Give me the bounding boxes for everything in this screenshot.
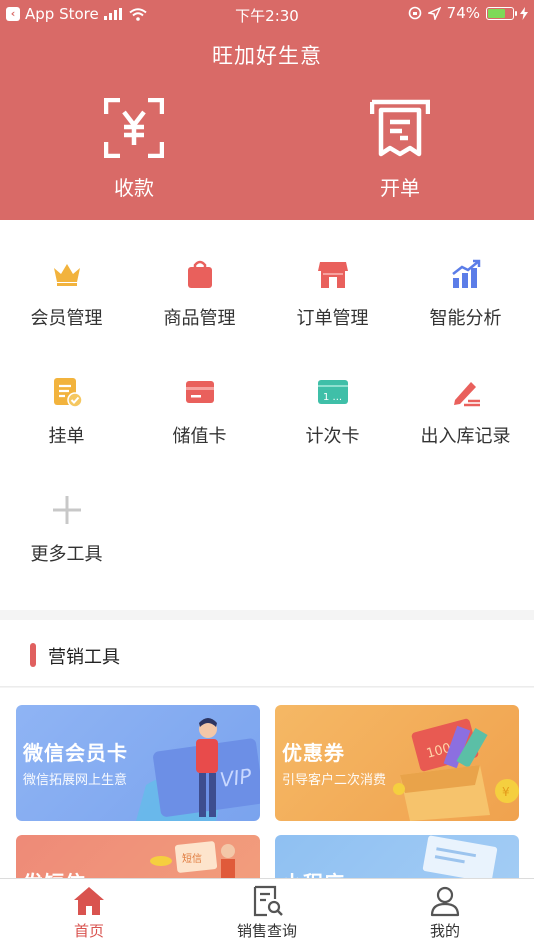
svg-text:VIP: VIP — [218, 764, 254, 792]
tab-label: 销售查询 — [236, 922, 297, 940]
pen-record-icon — [453, 382, 480, 407]
marketing-title: 营销工具 — [48, 647, 120, 668]
tool-label: 出入库记录 — [420, 426, 511, 447]
tool-label: 商品管理 — [163, 308, 236, 329]
collect-payment-button[interactable]: 收款 — [74, 98, 194, 201]
send-sms-card[interactable]: 短信 发短信 — [16, 835, 260, 878]
status-bar: ‹ App Store 下午2:30 74% — [0, 0, 534, 28]
tool-stored-value-card[interactable]: 储值卡 — [133, 338, 266, 448]
store-icon — [317, 262, 348, 288]
rotation-lock-icon — [408, 6, 421, 20]
tool-member-management[interactable]: 会员管理 — [0, 220, 133, 330]
tool-label: 计次卡 — [305, 426, 360, 447]
tool-label: 会员管理 — [30, 308, 103, 329]
plus-icon — [52, 496, 81, 524]
crown-icon — [53, 264, 80, 286]
card-title: 优惠券 — [282, 741, 345, 765]
scan-yuan-icon — [104, 98, 164, 158]
mini-program-card[interactable]: 小程序 — [275, 835, 519, 878]
svg-text:1 ...: 1 ... — [323, 392, 342, 403]
card-subtitle: 引导客户二次消费 — [282, 773, 387, 788]
card-subtitle: 微信拓展网上生意 — [23, 773, 128, 788]
receipt-icon — [370, 99, 430, 157]
card-title: 小程序 — [282, 867, 345, 878]
sales-search-icon — [253, 885, 283, 917]
tool-label: 智能分析 — [429, 308, 502, 329]
card-icon — [185, 381, 214, 403]
tab-home[interactable]: 首页 — [29, 885, 149, 941]
tab-mine[interactable]: 我的 — [385, 885, 505, 941]
battery-percent: 74% — [446, 4, 480, 22]
tool-label: 订单管理 — [296, 308, 369, 329]
status-right: 74% — [408, 4, 528, 22]
wechat-member-card[interactable]: VIP 微信会员卡 微信拓展网上生意 — [16, 705, 260, 821]
tool-stock-records[interactable]: 出入库记录 — [399, 338, 532, 448]
tool-product-management[interactable]: 商品管理 — [133, 220, 266, 330]
tool-count-card[interactable]: 1 ... 计次卡 — [266, 338, 399, 448]
app-title: 旺加好生意 — [212, 44, 322, 68]
marketing-section-header: 营销工具 — [0, 620, 534, 687]
user-icon — [430, 886, 460, 917]
tool-label: 挂单 — [48, 426, 85, 447]
tab-label: 首页 — [73, 922, 104, 940]
count-card-icon: 1 ... — [317, 380, 348, 404]
tool-smart-analysis[interactable]: 智能分析 — [399, 220, 532, 330]
tools-grid: 会员管理 商品管理 订单管理 智能分析 挂单 储值卡 1 ... 计次卡 出入库… — [0, 220, 534, 610]
tab-sales-query[interactable]: 销售查询 — [207, 885, 327, 941]
bag-icon — [187, 260, 212, 288]
tool-label: 更多工具 — [30, 544, 103, 565]
bottom-tab-bar: 首页 销售查询 我的 — [0, 878, 534, 950]
section-accent-bar — [30, 643, 36, 667]
coupon-card[interactable]: 100 ¥ 优惠券 引导客户二次消费 — [275, 705, 519, 821]
open-order-button[interactable]: 开单 — [340, 98, 460, 201]
chart-icon — [451, 259, 480, 288]
battery-icon — [486, 6, 517, 20]
location-icon — [427, 6, 441, 20]
tool-pending-order[interactable]: 挂单 — [0, 338, 133, 448]
card-title: 发短信 — [23, 867, 86, 878]
header: ‹ App Store 下午2:30 74% 旺加好生意 收款 开单 — [0, 0, 534, 220]
tool-order-management[interactable]: 订单管理 — [266, 220, 399, 330]
tool-more-tools[interactable]: 更多工具 — [0, 456, 133, 566]
home-icon — [74, 887, 104, 915]
svg-text:短信: 短信 — [182, 852, 202, 865]
order-label: 开单 — [380, 176, 420, 200]
pending-note-icon — [53, 378, 83, 408]
marketing-cards: VIP 微信会员卡 微信拓展网上生意 100 ¥ 优惠券 引导客户二次消费 短信 — [0, 688, 534, 878]
svg-text:¥: ¥ — [502, 785, 510, 799]
charging-icon — [520, 6, 528, 20]
collect-label: 收款 — [114, 176, 154, 200]
tool-label: 储值卡 — [172, 426, 227, 447]
tab-label: 我的 — [429, 922, 460, 940]
card-title: 微信会员卡 — [23, 741, 128, 765]
